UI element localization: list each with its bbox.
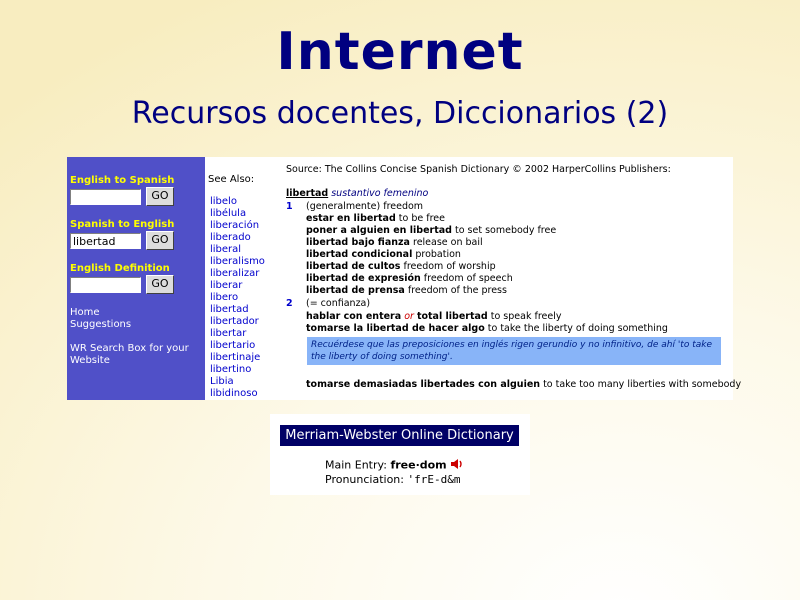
home-link[interactable]: Home: [70, 307, 100, 319]
wr-search-sidebar: English to Spanish GO Spanish to English…: [67, 157, 205, 400]
see-also-link[interactable]: libelo: [210, 196, 265, 208]
definition-area: Source: The Collins Concise Spanish Dict…: [281, 157, 741, 400]
example-row: tomarse demasiadas libertades con alguie…: [306, 379, 741, 390]
sense-gloss: (= confianza): [306, 298, 371, 309]
example-en: freedom of worship: [403, 261, 496, 272]
example-row: poner a alguien en libertad to set someb…: [306, 225, 556, 236]
source-line: Source: The Collins Concise Spanish Dict…: [286, 164, 671, 175]
pronunciation-line: Pronunciation: 'frE-d&m: [325, 473, 460, 486]
speaker-icon[interactable]: [450, 458, 464, 473]
example-es: poner a alguien en libertad: [306, 225, 452, 236]
example-row: libertad condicional probation: [306, 249, 461, 260]
see-also-link[interactable]: libidinoso: [210, 388, 265, 400]
example-en: release on bail: [413, 237, 483, 248]
spanish-to-english-input[interactable]: [70, 233, 141, 249]
example-row: hablar con entera or total libertad to s…: [306, 311, 561, 322]
example-es: estar en libertad: [306, 213, 396, 224]
example-row: libertad de cultos freedom of worship: [306, 261, 496, 272]
english-to-spanish-go-button[interactable]: GO: [146, 187, 174, 206]
see-also-link[interactable]: libélula: [210, 208, 265, 220]
usage-note: Recuérdese que las preposiciones en ingl…: [307, 337, 721, 365]
spanish-to-english-label: Spanish to English: [70, 219, 175, 230]
example-es: tomarse demasiadas libertades con alguie…: [306, 379, 541, 390]
slide-subtitle: Recursos docentes, Diccionarios (2): [131, 96, 669, 131]
example-en: to take too many liberties with somebody: [543, 379, 742, 390]
slide-title: Internet: [276, 22, 524, 82]
see-also-link[interactable]: liberal: [210, 244, 265, 256]
see-also-label: See Also:: [208, 174, 255, 185]
see-also-link[interactable]: libertino: [210, 364, 265, 376]
or-marker: or: [404, 311, 414, 322]
usage-note-line: Recuérdese que las preposiciones en ingl…: [311, 340, 712, 350]
main-entry-line: Main Entry: free·dom: [325, 458, 464, 473]
see-also-link[interactable]: liberar: [210, 280, 265, 292]
pronunciation-value: 'frE-d&m: [407, 473, 461, 486]
see-also-link[interactable]: Libia: [210, 376, 265, 388]
see-also-link[interactable]: libertador: [210, 316, 265, 328]
see-also-column: See Also: libelo libélula liberación lib…: [205, 157, 281, 400]
example-es: libertad condicional: [306, 249, 413, 260]
example-es: libertad de cultos: [306, 261, 401, 272]
headword: libertad: [286, 188, 329, 199]
example-es: hablar con entera: [306, 311, 402, 322]
wordreference-panel: English to Spanish GO Spanish to English…: [67, 157, 741, 400]
see-also-link[interactable]: libertario: [210, 340, 265, 352]
sense-2-line: 2 (= confianza): [286, 298, 370, 309]
english-to-spanish-input[interactable]: [70, 189, 141, 205]
example-es: libertad bajo fianza: [306, 237, 410, 248]
example-en: to set somebody free: [454, 225, 557, 236]
example-row: libertad bajo fianza release on bail: [306, 237, 483, 248]
example-row: tomarse la libertad de hacer algo to tak…: [306, 323, 668, 334]
sense-number: 2: [286, 298, 293, 309]
mw-header: Merriam-Webster Online Dictionary: [280, 425, 519, 446]
see-also-link[interactable]: liberado: [210, 232, 265, 244]
example-row: estar en libertad to be free: [306, 213, 445, 224]
suggestions-link[interactable]: Suggestions: [70, 319, 131, 331]
english-definition-label: English Definition: [70, 263, 170, 274]
example-row: libertad de expresión freedom of speech: [306, 273, 513, 284]
website-link[interactable]: Website: [70, 355, 110, 367]
english-definition-input[interactable]: [70, 277, 141, 293]
wr-search-box-link[interactable]: WR Search Box for your: [70, 343, 189, 355]
main-entry-value: free·dom: [390, 458, 447, 472]
see-also-link[interactable]: liberalizar: [210, 268, 265, 280]
spanish-to-english-go-button[interactable]: GO: [146, 231, 174, 250]
headword-line: libertad sustantivo femenino: [286, 188, 428, 199]
example-es: libertad de expresión: [306, 273, 421, 284]
sense-number: 1: [286, 201, 293, 212]
example-en: to be free: [398, 213, 445, 224]
example-row: libertad de prensa freedom of the press: [306, 285, 507, 296]
sense-1-line: 1 (generalmente) freedom: [286, 201, 423, 212]
english-definition-go-button[interactable]: GO: [146, 275, 174, 294]
see-also-link[interactable]: liberación: [210, 220, 265, 232]
example-es: tomarse la libertad de hacer algo: [306, 323, 485, 334]
part-of-speech: sustantivo femenino: [331, 188, 429, 199]
usage-note-line: the liberty of doing something'.: [311, 352, 453, 362]
merriam-webster-panel: Merriam-Webster Online Dictionary Main E…: [270, 414, 530, 495]
example-es: total libertad: [416, 311, 488, 322]
example-en: freedom of the press: [407, 285, 507, 296]
main-entry-label: Main Entry:: [325, 458, 387, 472]
english-to-spanish-label: English to Spanish: [70, 175, 175, 186]
see-also-link[interactable]: libertar: [210, 328, 265, 340]
see-also-link[interactable]: libertad: [210, 304, 265, 316]
pronunciation-label: Pronunciation:: [325, 473, 404, 486]
example-en: to speak freely: [490, 311, 562, 322]
example-en: probation: [415, 249, 461, 260]
see-also-list: libelo libélula liberación liberado libe…: [210, 196, 265, 400]
see-also-link[interactable]: liberalismo: [210, 256, 265, 268]
see-also-link[interactable]: libero: [210, 292, 265, 304]
see-also-link[interactable]: libertinaje: [210, 352, 265, 364]
sense-gloss: (generalmente) freedom: [306, 201, 424, 212]
example-en: to take the liberty of doing something: [487, 323, 668, 334]
example-es: libertad de prensa: [306, 285, 405, 296]
example-en: freedom of speech: [423, 273, 513, 284]
